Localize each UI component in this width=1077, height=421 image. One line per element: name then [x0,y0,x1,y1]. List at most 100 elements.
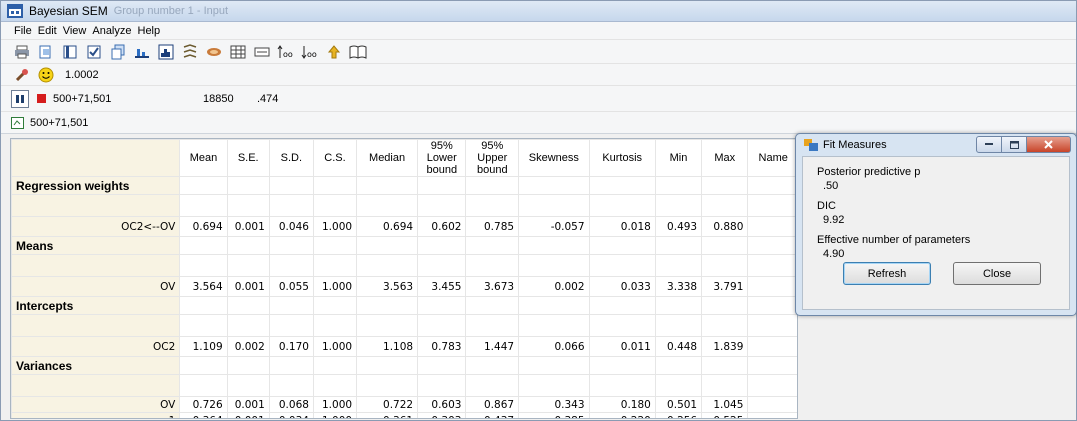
options-icon[interactable] [85,43,103,61]
col-header-cs[interactable]: C.S. [312,139,358,177]
table-row[interactable]: OC2<--OV 0.694 0.001 0.046 1.000 0.694 0.602 0.… [11,216,797,237]
table-row[interactable]: e10.3640.0010.0341.0000.3610.3030.4370.3… [11,412,797,418]
empty-cell [417,356,467,375]
col-header-sd[interactable]: S.D. [268,139,314,177]
empty-cell [356,236,419,255]
empty-cell [654,374,703,397]
empty-cell [179,314,228,337]
close-window-button[interactable] [1027,136,1071,153]
empty-cell [226,236,270,255]
value-cell: 3.673 [465,276,520,297]
table-row[interactable]: OV 3.564 0.001 0.055 1.000 3.563 3.455 3.673 0.0… [11,276,797,297]
menu-file[interactable]: File [11,25,35,37]
value-cell: 0.001 [226,396,270,413]
empty-cell [518,254,590,277]
results-tab-icon [11,116,24,129]
empty-cell [356,296,419,315]
dialog-buttons: Refresh Close [843,262,1041,285]
smiley-icon[interactable] [37,66,55,84]
chart-icon[interactable] [133,43,151,61]
table-row[interactable]: OV 0.726 0.001 0.068 1.000 0.722 0.603 0.867 0.3… [11,396,797,413]
col-header-max[interactable]: Max [701,139,749,177]
empty-cell [701,176,749,195]
results-tab-label[interactable]: 500+71,501 [30,117,88,129]
section-title: Intercepts [11,296,181,315]
book-icon[interactable] [61,43,79,61]
empty-cell [747,374,797,397]
value-cell: 0.722 [356,396,419,413]
posterior-icon[interactable] [181,43,199,61]
menu-edit[interactable]: Edit [35,25,60,37]
maximize-button[interactable] [1002,136,1027,153]
value-cell: 3.564 [179,276,228,297]
value-cell: 0.002 [518,276,590,297]
book-open-icon[interactable] [349,43,367,61]
tilt-up-icon[interactable]: oo [277,43,295,61]
print-icon[interactable] [13,43,31,61]
empty-cell [701,314,749,337]
section-row: Variances [11,356,797,375]
empty-cell [747,356,797,375]
empty-cell [588,176,656,195]
value-cell: 1.447 [465,336,520,357]
empty-cell [312,356,358,375]
empty-cell [268,356,314,375]
stop-button[interactable] [37,94,46,103]
empty-cell [747,236,797,255]
col-header-mean[interactable]: Mean [179,139,228,177]
empty-cell [226,296,270,315]
empty-cell [179,236,228,255]
value-cell: 0.180 [588,396,656,413]
col-header-se[interactable]: S.E. [226,139,270,177]
close-button[interactable]: Close [953,262,1041,285]
value-cell: 0.011 [588,336,656,357]
pause-button[interactable] [11,89,29,108]
up-arrow-icon[interactable] [325,43,343,61]
table-row[interactable]: OC2 1.109 0.002 0.170 1.000 1.108 0.783 1.447 0.… [11,336,797,357]
col-header-min[interactable]: Min [654,139,703,177]
col-header-kurtosis[interactable]: Kurtosis [588,139,656,177]
empty-cell [747,194,797,217]
fit-measures-dialog: Fit Measures Posterior predictive p .50 … [795,133,1077,316]
duplicate-icon[interactable] [109,43,127,61]
refresh-button[interactable]: Refresh [843,262,931,285]
section-row: Intercepts [11,296,797,315]
balance-icon[interactable] [205,43,223,61]
row-label: OC2<--OV [11,216,181,237]
sampling-status-bar: 500+71,501 18850 .474 [1,86,1076,112]
tilt-down-icon[interactable]: oo [301,43,319,61]
histogram-icon[interactable] [157,43,175,61]
value-cell: 1.000 [312,336,358,357]
empty-cell [518,236,590,255]
value-cell: 0.220 [588,412,656,418]
menu-view[interactable]: View [60,25,90,37]
table-icon[interactable] [229,43,247,61]
col-header-name[interactable]: Name [747,139,797,177]
col-header-upper-bound[interactable]: 95% Upper bound [465,139,520,177]
empty-cell [179,254,228,277]
col-header-median[interactable]: Median [356,139,419,177]
empty-cell [417,176,467,195]
value-cell: 0.785 [465,216,520,237]
empty-cell [518,296,590,315]
menu-help[interactable]: Help [135,25,164,37]
col-header-skewness[interactable]: Skewness [518,139,590,177]
value-cell: 0.055 [268,276,314,297]
wrench-icon[interactable] [13,66,31,84]
value-cell: 0.726 [179,396,228,413]
empty-cell [356,176,419,195]
empty-cell [654,176,703,195]
measure-value: 4.90 [823,248,845,260]
empty-cell [747,314,797,337]
value-cell [747,276,797,297]
menu-analyze[interactable]: Analyze [89,25,134,37]
estimates-icon[interactable] [253,43,271,61]
copy-icon[interactable] [37,43,55,61]
value-cell: 3.338 [654,276,703,297]
value-cell: 0.603 [417,396,467,413]
spacer-row [11,194,797,217]
minimize-button[interactable] [976,136,1002,153]
col-header-lower-bound[interactable]: 95% Lower bound [417,139,467,177]
value-cell [747,336,797,357]
row-label-empty [11,374,181,397]
